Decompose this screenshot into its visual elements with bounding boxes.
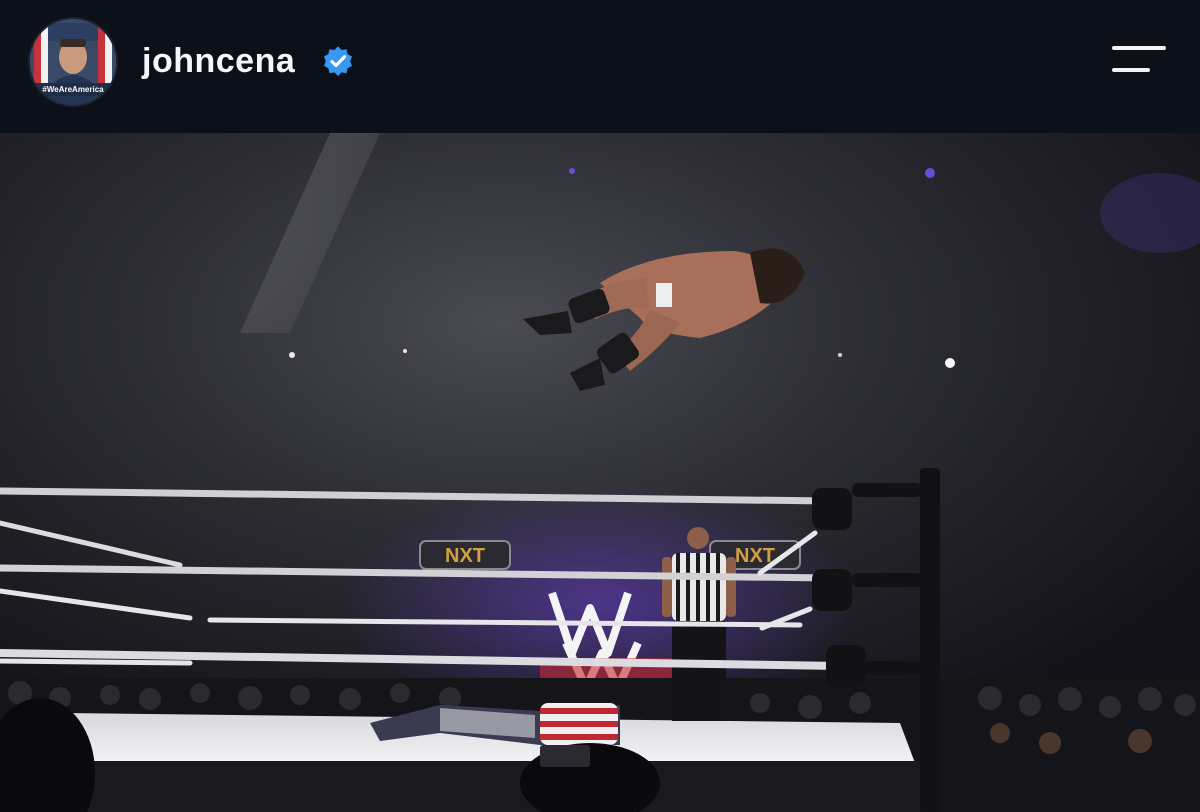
- profile-header: #WeAreAmerica johncena: [0, 0, 1200, 133]
- arena-light: [925, 168, 935, 178]
- avatar-caption: #WeAreAmerica: [42, 85, 104, 94]
- verified-badge-icon: [324, 46, 352, 76]
- arena-light: [838, 353, 842, 357]
- arena-light: [945, 358, 955, 368]
- hamburger-menu-icon[interactable]: [1108, 42, 1170, 80]
- post-photo[interactable]: NXT NXT: [0, 133, 1200, 812]
- profile-username[interactable]: johncena: [142, 38, 295, 84]
- profile-avatar[interactable]: #WeAreAmerica: [30, 19, 116, 105]
- nxt-banner-left: NXT: [419, 540, 511, 570]
- ring-apron: [80, 761, 920, 812]
- arena-light: [569, 168, 575, 174]
- foreground-phone: [540, 745, 590, 767]
- svg-text:NXT: NXT: [445, 545, 485, 567]
- wrestling-arena-photo: NXT NXT: [0, 133, 1200, 812]
- arena-light: [289, 352, 295, 358]
- arena-light: [403, 349, 407, 353]
